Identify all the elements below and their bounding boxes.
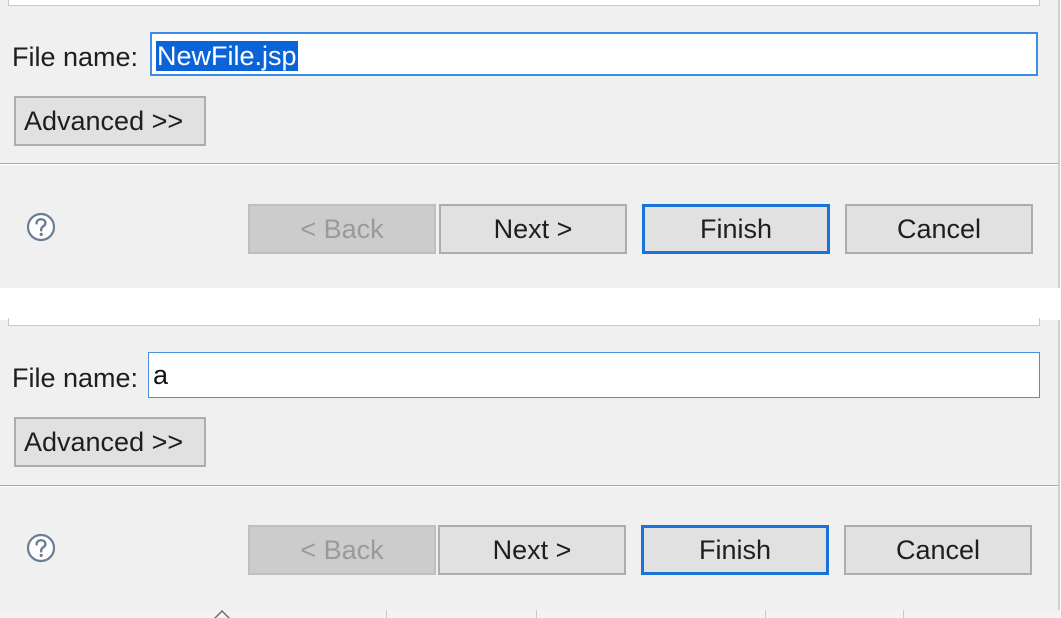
back-button[interactable]: < Back (248, 204, 436, 254)
column-divider (386, 610, 387, 618)
cancel-button[interactable]: Cancel (845, 204, 1033, 254)
help-icon[interactable] (26, 533, 56, 563)
underlying-window-strip (0, 610, 1061, 618)
finish-button[interactable]: Finish (642, 204, 830, 254)
back-button[interactable]: < Back (248, 525, 436, 575)
file-name-input[interactable]: NewFile.jsp (150, 32, 1038, 76)
file-name-label: File name: (12, 363, 139, 393)
column-divider (765, 610, 766, 618)
new-file-dialog-2: File name: a Advanced >> < Back Next > F… (0, 318, 1060, 612)
file-name-selected-text: NewFile.jsp (156, 41, 298, 71)
help-icon[interactable] (26, 212, 56, 242)
folder-tree-bottom-edge (8, 318, 1040, 326)
finish-button[interactable]: Finish (641, 525, 829, 575)
new-file-dialog-1: File name: NewFile.jsp Advanced >> < Bac… (0, 0, 1060, 288)
next-button[interactable]: Next > (438, 525, 626, 575)
screenshot-canvas: File name: NewFile.jsp Advanced >> < Bac… (0, 0, 1061, 618)
advanced-button[interactable]: Advanced >> (14, 417, 206, 467)
file-name-label: File name: (12, 42, 139, 72)
next-button[interactable]: Next > (439, 204, 627, 254)
button-bar-separator (0, 485, 1058, 487)
column-divider (536, 610, 537, 618)
file-name-input[interactable]: a (148, 352, 1040, 398)
file-name-text: a (153, 360, 169, 390)
folder-tree-bottom-edge (8, 0, 1040, 6)
cancel-button[interactable]: Cancel (844, 525, 1032, 575)
advanced-button[interactable]: Advanced >> (14, 96, 206, 146)
column-divider (903, 610, 904, 618)
button-bar-separator (0, 163, 1058, 165)
chevron-up-icon-inner (216, 612, 228, 618)
